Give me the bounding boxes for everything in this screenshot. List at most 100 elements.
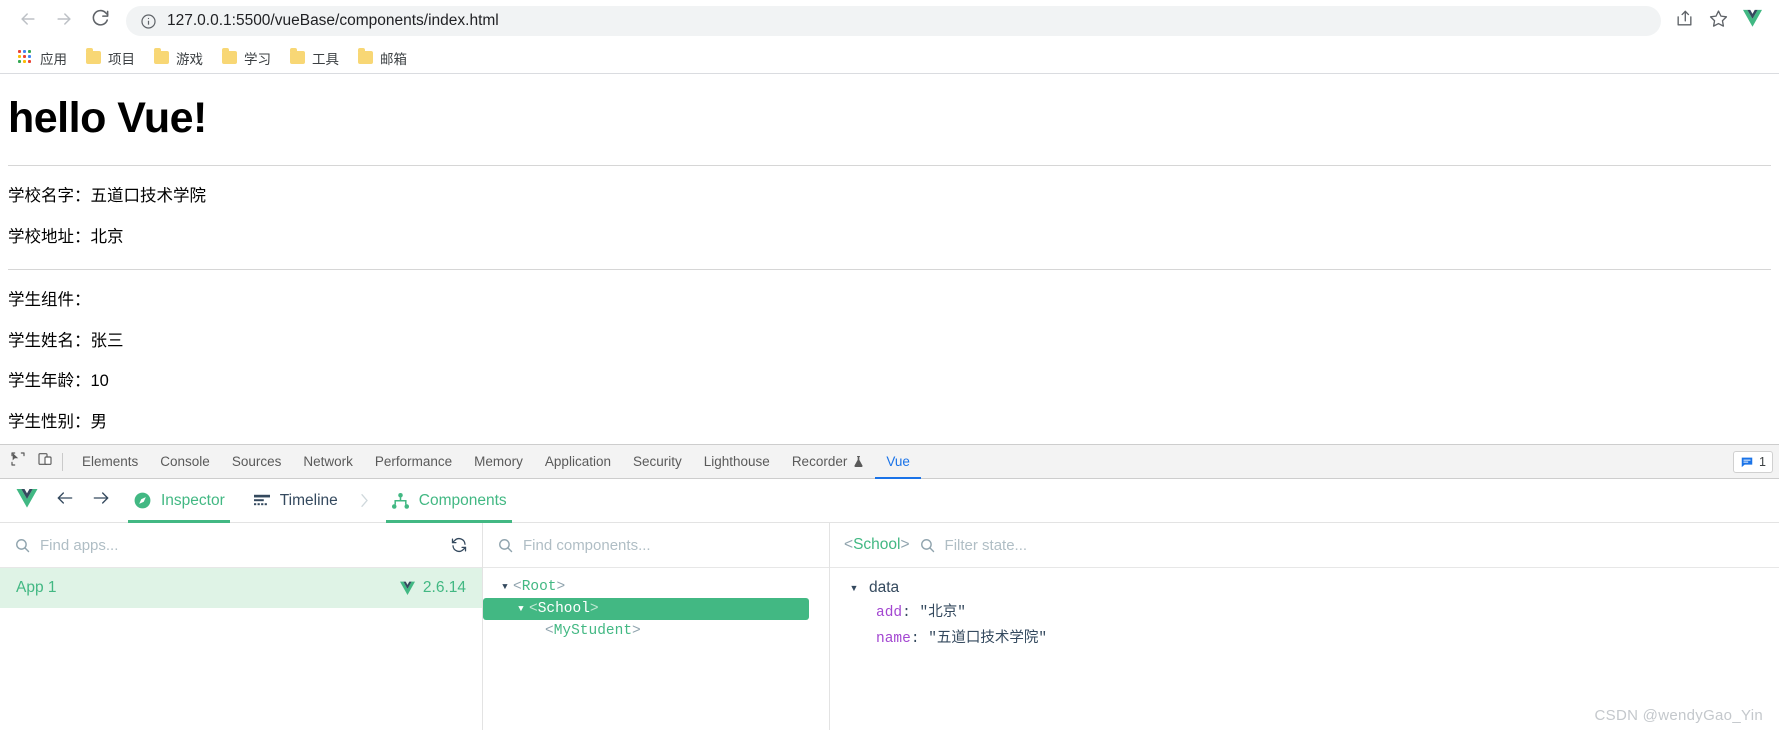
filter-state-input[interactable]: Filter state... [945,537,1765,554]
vue-tab-inspector[interactable]: Inspector [120,479,238,523]
devtools-tab-elements[interactable]: Elements [71,445,149,479]
devtools-tab-memory[interactable]: Memory [463,445,534,479]
search-icon [919,537,936,554]
back-button[interactable] [12,5,44,37]
components-pane-header: Find components... [483,523,829,568]
devtools-tab-network[interactable]: Network [292,445,364,479]
state-key: name [876,631,911,648]
state-colon: : [910,631,929,648]
folder-icon [290,48,305,64]
devtools-tab-lighthouse[interactable]: Lighthouse [693,445,781,479]
state-entry[interactable]: name: "五道口技术学院" [830,626,1779,652]
devtools-tab-recorder[interactable]: Recorder [781,445,876,479]
vue-devtools-extension-button[interactable] [1737,6,1767,36]
tab-label: Memory [474,454,523,469]
vue-back-button[interactable] [48,479,82,523]
refresh-apps-button[interactable] [450,536,468,554]
tree-row[interactable]: < MyStudent > [483,620,829,642]
issues-message-icon [1740,455,1754,469]
state-colon: : [902,605,920,621]
tree-row[interactable]: ▼ < Root > [483,576,829,598]
chevron-down-icon[interactable]: ▼ [846,583,862,593]
vue-devtools-toolbar: Inspector Timeline Components [0,479,1779,523]
share-icon [1675,9,1694,33]
state-section-header[interactable]: ▼ data [830,576,1779,600]
bookmark-item-tools[interactable]: 工具 [282,45,347,71]
tree-row[interactable]: ▼ < School > [483,598,809,620]
issues-badge[interactable]: 1 [1733,450,1773,473]
student-sex-line: 学生性别：男 [8,413,107,432]
devtools-tab-application[interactable]: Application [534,445,622,479]
angle-bracket-close: > [556,579,566,595]
apps-list-item[interactable]: App 1 2.6.14 [0,568,482,608]
issues-count: 1 [1759,454,1766,469]
find-apps-input[interactable]: Find apps... [40,537,441,554]
bookmark-item-games[interactable]: 游戏 [146,45,211,71]
toolbar-divider [62,452,63,471]
address-bar-url[interactable]: 127.0.0.1:5500/vueBase/components/index.… [167,12,1647,30]
sitemap-icon [391,492,410,510]
browser-toolbar: 127.0.0.1:5500/vueBase/components/index.… [0,0,1779,42]
bookmark-item-apps[interactable]: 应用 [10,45,75,71]
forward-button[interactable] [48,5,80,37]
component-tag: < Root > [513,579,565,595]
devtools-tab-vue[interactable]: Vue [875,445,921,479]
bookmark-label: 工具 [312,51,339,67]
devtools-tab-sources[interactable]: Sources [221,445,293,479]
devtools-tab-security[interactable]: Security [622,445,693,479]
chevron-down-icon[interactable]: ▼ [497,582,513,592]
reload-button[interactable] [84,5,116,37]
info-circle-icon[interactable] [140,13,157,30]
toggle-device-toolbar-button[interactable] [31,448,58,475]
state-entry[interactable]: add: "北京" [830,600,1779,626]
folder-icon [358,48,373,64]
tab-label: Security [632,454,682,469]
bookmark-item-projects[interactable]: 项目 [78,45,143,71]
bookmark-button[interactable] [1703,6,1733,36]
devtools-tab-console[interactable]: Console [149,445,221,479]
search-icon [14,537,31,554]
bookmark-label: 游戏 [176,51,203,67]
vue-subtab-label: Components [418,491,507,509]
star-icon [1709,9,1728,33]
address-bar[interactable]: 127.0.0.1:5500/vueBase/components/index.… [126,6,1661,36]
component-tag: < MyStudent > [545,623,641,639]
tab-label: Lighthouse [703,454,770,469]
arrow-left-icon [18,9,38,34]
find-components-input[interactable]: Find components... [523,537,815,554]
vue-logo-button[interactable] [8,479,46,523]
vue-devtools-body: Find apps... App 1 2.6.14 Find component… [0,523,1779,730]
bookmark-label: 学习 [244,51,271,67]
student-age-line: 学生年龄：10 [8,372,109,391]
bookmark-item-mail[interactable]: 邮箱 [350,45,415,71]
tab-label: Application [544,454,611,469]
selected-component-label: <School> [844,536,910,554]
share-button[interactable] [1669,6,1699,36]
tab-label: Console [160,454,210,469]
state-pane: <School> Filter state... ▼ data add: "北京… [830,523,1779,730]
vue-logo-icon [15,488,39,514]
divider [8,165,1771,167]
inspect-element-button[interactable] [4,448,31,475]
vue-subtab-components[interactable]: Components [378,479,520,523]
divider [8,268,1771,270]
vue-forward-button[interactable] [84,479,118,523]
timeline-icon [253,493,271,509]
experiment-flask-icon [853,455,864,468]
apps-grid-icon [18,50,33,65]
bookmark-item-study[interactable]: 学习 [214,45,279,71]
chevron-down-icon[interactable]: ▼ [513,604,529,614]
angle-bracket-open: < [513,579,522,595]
components-pane: Find components... ▼ < Root > ▼ < School > [483,523,830,730]
state-key: add [876,605,903,621]
toggle-device-toolbar-icon [37,451,53,472]
devtools-tab-performance[interactable]: Performance [364,445,463,479]
component-name: Root [521,579,557,595]
bookmarks-bar: 应用 项目 游戏 学习 工具 邮箱 [0,42,1779,74]
compass-icon [133,491,152,510]
tab-label: Sources [231,454,282,469]
vue-tab-timeline[interactable]: Timeline [240,479,351,523]
component-name: School [537,601,590,617]
app-name: App 1 [16,579,57,596]
app-version: 2.6.14 [399,579,466,597]
